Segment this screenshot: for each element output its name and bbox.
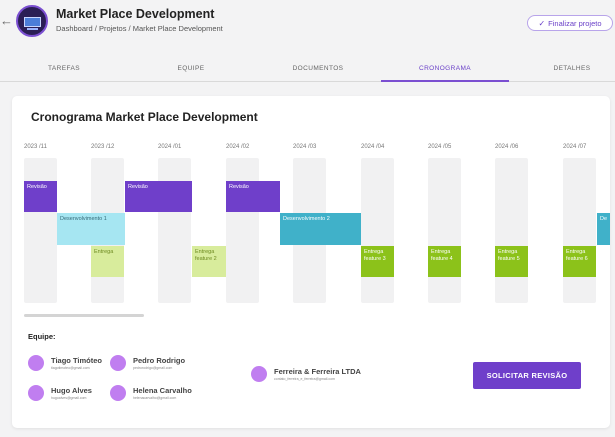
month-label: 2024 /02 bbox=[226, 144, 250, 150]
tab-tarefas[interactable]: TAREFAS bbox=[0, 60, 128, 82]
member-name: Helena Carvalho bbox=[133, 386, 192, 395]
schedule-bar-desenvolvimento-1[interactable]: Desenvolvimento 1 bbox=[57, 213, 125, 245]
schedule-title: Cronograma Market Place Development bbox=[31, 110, 258, 124]
month-label: 2024 /01 bbox=[158, 144, 182, 150]
project-logo bbox=[16, 5, 48, 37]
month-label: 2024 /06 bbox=[495, 144, 519, 150]
member-name: Tiago Timóteo bbox=[51, 356, 102, 365]
avatar bbox=[110, 385, 126, 401]
month-label: 2024 /07 bbox=[563, 144, 587, 150]
schedule-bar-desenvolvimento-3[interactable]: De bbox=[597, 213, 610, 245]
member-name: Pedro Rodrigo bbox=[133, 356, 186, 365]
schedule-bar-entrega-feature-4[interactable]: Entrega feature 4 bbox=[428, 246, 461, 277]
member-email: pedrorodrigo@gmail.com bbox=[133, 366, 173, 370]
monitor-icon bbox=[24, 17, 41, 27]
avatar bbox=[251, 366, 267, 382]
month-label: 2024 /03 bbox=[293, 144, 317, 150]
month-column bbox=[428, 158, 461, 303]
finalize-project-label: Finalizar projeto bbox=[548, 18, 602, 28]
month-column bbox=[158, 158, 191, 303]
breadcrumb[interactable]: Dashboard / Projetos / Market Place Deve… bbox=[56, 24, 223, 33]
schedule-bar-revisao[interactable]: Revisão bbox=[226, 181, 280, 212]
member-email: tiagotimoteo@gmail.com bbox=[51, 366, 90, 370]
schedule-bar-entrega[interactable]: Entrega bbox=[91, 246, 124, 277]
schedule-bar-entrega-feature-6[interactable]: Entrega feature 6 bbox=[563, 246, 596, 277]
schedule-card: Cronograma Market Place Development 2023… bbox=[12, 96, 610, 428]
avatar bbox=[28, 385, 44, 401]
month-label: 2023 /11 bbox=[24, 144, 47, 150]
avatar bbox=[28, 355, 44, 371]
member-email: helenacarvalho@gmail.com bbox=[133, 396, 177, 400]
month-label: 2024 /05 bbox=[428, 144, 452, 150]
team-label: Equipe: bbox=[28, 332, 56, 341]
month-column bbox=[226, 158, 259, 303]
back-arrow-icon[interactable]: ← bbox=[0, 14, 13, 28]
team-member: Helena Carvalho helenacarvalho@gmail.com bbox=[110, 385, 192, 401]
tab-cronograma[interactable]: CRONOGRAMA bbox=[381, 60, 509, 82]
month-label: 2024 /04 bbox=[361, 144, 385, 150]
request-review-button[interactable]: SOLICITAR REVISÃO bbox=[473, 362, 581, 389]
tab-equipe[interactable]: EQUIPE bbox=[127, 60, 255, 82]
horizontal-scrollbar[interactable] bbox=[24, 314, 144, 317]
month-column bbox=[495, 158, 528, 303]
finalize-project-button[interactable]: ✓ Finalizar projeto bbox=[527, 15, 613, 31]
member-email: hugoalves@gmail.com bbox=[51, 396, 87, 400]
member-name: Ferreira & Ferreira LTDA bbox=[274, 367, 361, 376]
avatar bbox=[110, 355, 126, 371]
schedule-bar-entrega-feature-3[interactable]: Entrega feature 3 bbox=[361, 246, 394, 277]
tab-documentos[interactable]: DOCUMENTOS bbox=[254, 60, 382, 82]
member-name: Hugo Alves bbox=[51, 386, 92, 395]
month-column bbox=[24, 158, 57, 303]
team-member: Pedro Rodrigo pedrorodrigo@gmail.com bbox=[110, 355, 185, 371]
schedule-bar-revisao[interactable]: Revisão bbox=[125, 181, 192, 212]
month-column bbox=[361, 158, 394, 303]
page-title: Market Place Development bbox=[56, 7, 215, 21]
team-member: Hugo Alves hugoalves@gmail.com bbox=[28, 385, 92, 401]
schedule-bar-revisao[interactable]: Revisão bbox=[24, 181, 57, 212]
schedule-bar-entrega-feature-5[interactable]: Entrega feature 5 bbox=[495, 246, 528, 277]
team-member: Ferreira & Ferreira LTDA contato_ferreir… bbox=[251, 366, 361, 382]
team-member: Tiago Timóteo tiagotimoteo@gmail.com bbox=[28, 355, 102, 371]
month-column bbox=[563, 158, 596, 303]
schedule-bar-entrega-feature-2[interactable]: Entrega feature 2 bbox=[192, 246, 226, 277]
tab-detalhes[interactable]: DETALHES bbox=[508, 60, 615, 82]
schedule-bar-desenvolvimento-2[interactable]: Desenvolvimento 2 bbox=[280, 213, 361, 245]
check-icon: ✓ bbox=[538, 18, 546, 28]
tab-bar: TAREFAS EQUIPE DOCUMENTOS CRONOGRAMA DET… bbox=[0, 60, 615, 82]
month-label: 2023 /12 bbox=[91, 144, 115, 150]
member-email: contato_ferreira_e_ferreira@gmail.com bbox=[274, 377, 335, 381]
